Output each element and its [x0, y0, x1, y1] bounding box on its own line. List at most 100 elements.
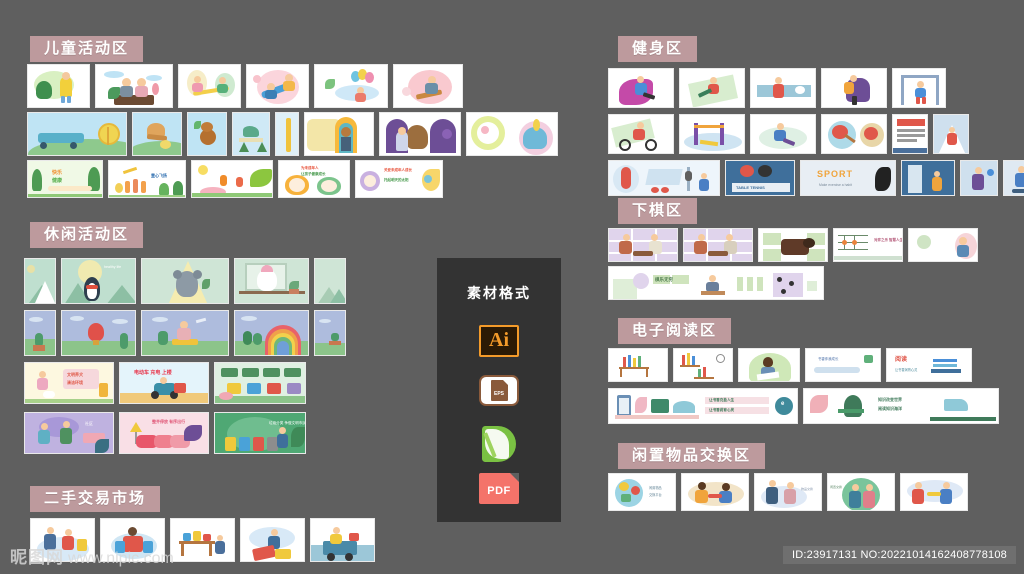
thumbnail[interactable] [234, 310, 309, 356]
watermark-url: www.nipic.com [68, 550, 174, 567]
thumbnail[interactable] [679, 68, 745, 108]
thumbnail[interactable] [141, 310, 229, 356]
section-secondhand: 二手交易市场 [30, 486, 161, 512]
thumbnail[interactable] [379, 112, 461, 156]
banner-thumbnail[interactable]: 知识改变世界 阅读知识海洋 [803, 388, 999, 424]
thumbnail[interactable] [232, 112, 270, 156]
cdr-icon[interactable] [479, 424, 519, 463]
thumbnail[interactable] [27, 64, 90, 108]
banner-thumbnail[interactable]: 阅读 让书香润育心灵 [886, 348, 972, 382]
banner-thumbnail[interactable]: 文明养犬 清洁环境 [24, 362, 114, 404]
thumbnail[interactable] [246, 64, 309, 108]
banner-thumbnail[interactable]: 书香伴我成长 [805, 348, 881, 382]
eps-icon[interactable]: EPS [479, 374, 519, 407]
thumb-caption: TABLE TENNIS [736, 185, 765, 190]
banner-thumbnail[interactable]: 关爱未成年人成长 托起明天的太阳 [355, 160, 443, 198]
thumbnail[interactable] [960, 160, 998, 196]
thumbnail[interactable] [608, 114, 674, 154]
thumbnail[interactable] [821, 114, 887, 154]
watermark: 昵图网 www.nipic.com [10, 543, 174, 568]
pdf-icon[interactable]: PDF [479, 473, 519, 504]
thumbnail[interactable] [901, 160, 955, 196]
thumbnail[interactable] [933, 114, 969, 154]
banner-thumbnail[interactable]: 童心飞扬 [108, 160, 186, 198]
banner-thumbnail[interactable]: 垃圾分类 争做文明市民 [214, 412, 306, 454]
banner-thumbnail[interactable] [608, 160, 720, 196]
thumbnail[interactable]: 对弈之乐 智慧人生 [833, 228, 903, 262]
banner-thumbnail[interactable]: 快乐 健康 [27, 160, 103, 198]
section-title-fitness: 健身区 [618, 36, 698, 62]
thumbnail[interactable] [681, 473, 749, 511]
banner-thumbnail[interactable]: 电动车 充电 上楼 [119, 362, 209, 404]
children-row-2 [27, 112, 558, 156]
thumbnail[interactable] [738, 348, 800, 382]
thumbnail[interactable]: 闲置交换 [827, 473, 895, 511]
thumbnail[interactable] [314, 258, 346, 304]
banner-text: 让孩子健康成长 [301, 172, 326, 176]
thumbnail[interactable] [132, 112, 182, 156]
banner-text: 电动车 充电 上楼 [134, 370, 172, 376]
thumbnail[interactable] [892, 68, 946, 108]
thumbnail[interactable] [170, 518, 235, 562]
thumbnail[interactable] [27, 112, 127, 156]
thumbnail[interactable] [892, 114, 928, 154]
thumb-caption: 闲置物品 [649, 486, 662, 490]
leisure-row-3: 文明养犬 清洁环境 电动车 充电 上楼 [24, 362, 306, 404]
thumbnail[interactable]: healthy life [61, 258, 136, 304]
thumbnail[interactable] [234, 258, 309, 304]
thumbnail[interactable] [314, 64, 388, 108]
thumbnail[interactable]: 闲置物品 交换平台 [608, 473, 676, 511]
thumbnail[interactable] [24, 310, 56, 356]
section-title-chess: 下棋区 [618, 198, 698, 224]
banner-thumbnail[interactable]: 为未成年人 让孩子健康成长 [278, 160, 350, 198]
thumbnail[interactable] [95, 64, 173, 108]
banner-thumbnail[interactable] [191, 160, 273, 198]
chess-row-2: 棋乐无穷 [608, 266, 824, 300]
thumbnail[interactable] [466, 112, 558, 156]
thumbnail[interactable] [758, 228, 828, 262]
thumbnail[interactable] [908, 228, 978, 262]
thumbnail[interactable] [673, 348, 733, 382]
thumbnail[interactable] [679, 114, 745, 154]
thumbnail[interactable]: 物品交换 [754, 473, 822, 511]
banner-thumbnail[interactable]: 整齐停放 有序出行 [119, 412, 209, 454]
thumbnail[interactable] [821, 68, 887, 108]
banner-text: 童心飞扬 [151, 173, 167, 178]
thumbnail[interactable] [24, 258, 56, 304]
banner-text: 清洁环境 [67, 380, 83, 385]
thumb-caption: SPORT [817, 169, 854, 179]
thumbnail[interactable] [900, 473, 968, 511]
ai-icon[interactable]: Ai [479, 325, 519, 357]
section-leisure: 休闲活动区 [30, 222, 144, 248]
section-fitness: 健身区 [618, 36, 698, 62]
banner-thumbnail[interactable]: 棋乐无穷 [608, 266, 824, 300]
thumbnail[interactable] [608, 228, 678, 262]
thumbnail[interactable] [314, 310, 346, 356]
banner-text: 整齐停放 有序出行 [152, 419, 186, 424]
thumbnail[interactable] [240, 518, 305, 562]
thumbnail[interactable] [310, 518, 375, 562]
section-reading: 电子阅读区 [618, 318, 732, 344]
thumbnail[interactable] [141, 258, 229, 304]
thumbnail[interactable] [61, 310, 136, 356]
banner-thumbnail[interactable]: SPORT Make exercise a habit [800, 160, 896, 196]
banner-thumbnail[interactable]: 让书香充盈人生 让书香润育心灵 e [608, 388, 798, 424]
thumbnail[interactable] [393, 64, 463, 108]
banner-text: 关爱未成年人成长 [384, 168, 412, 172]
thumbnail[interactable] [608, 68, 674, 108]
banner-thumbnail[interactable]: 社区 [24, 412, 114, 454]
thumbnail[interactable] [178, 64, 241, 108]
banner-text: 棋乐无穷 [655, 277, 673, 282]
thumbnail[interactable] [608, 348, 668, 382]
banner-thumbnail[interactable] [214, 362, 306, 404]
banner-thumbnail[interactable]: TABLE TENNIS [725, 160, 795, 196]
thumbnail[interactable] [750, 114, 816, 154]
thumbnail[interactable] [304, 112, 374, 156]
thumbnail[interactable] [187, 112, 227, 156]
thumbnail[interactable] [275, 112, 299, 156]
thumb-caption: healthy life [104, 265, 122, 269]
section-title-secondhand: 二手交易市场 [30, 486, 161, 512]
thumbnail[interactable] [750, 68, 816, 108]
thumbnail[interactable] [683, 228, 753, 262]
thumbnail[interactable] [1003, 160, 1024, 196]
